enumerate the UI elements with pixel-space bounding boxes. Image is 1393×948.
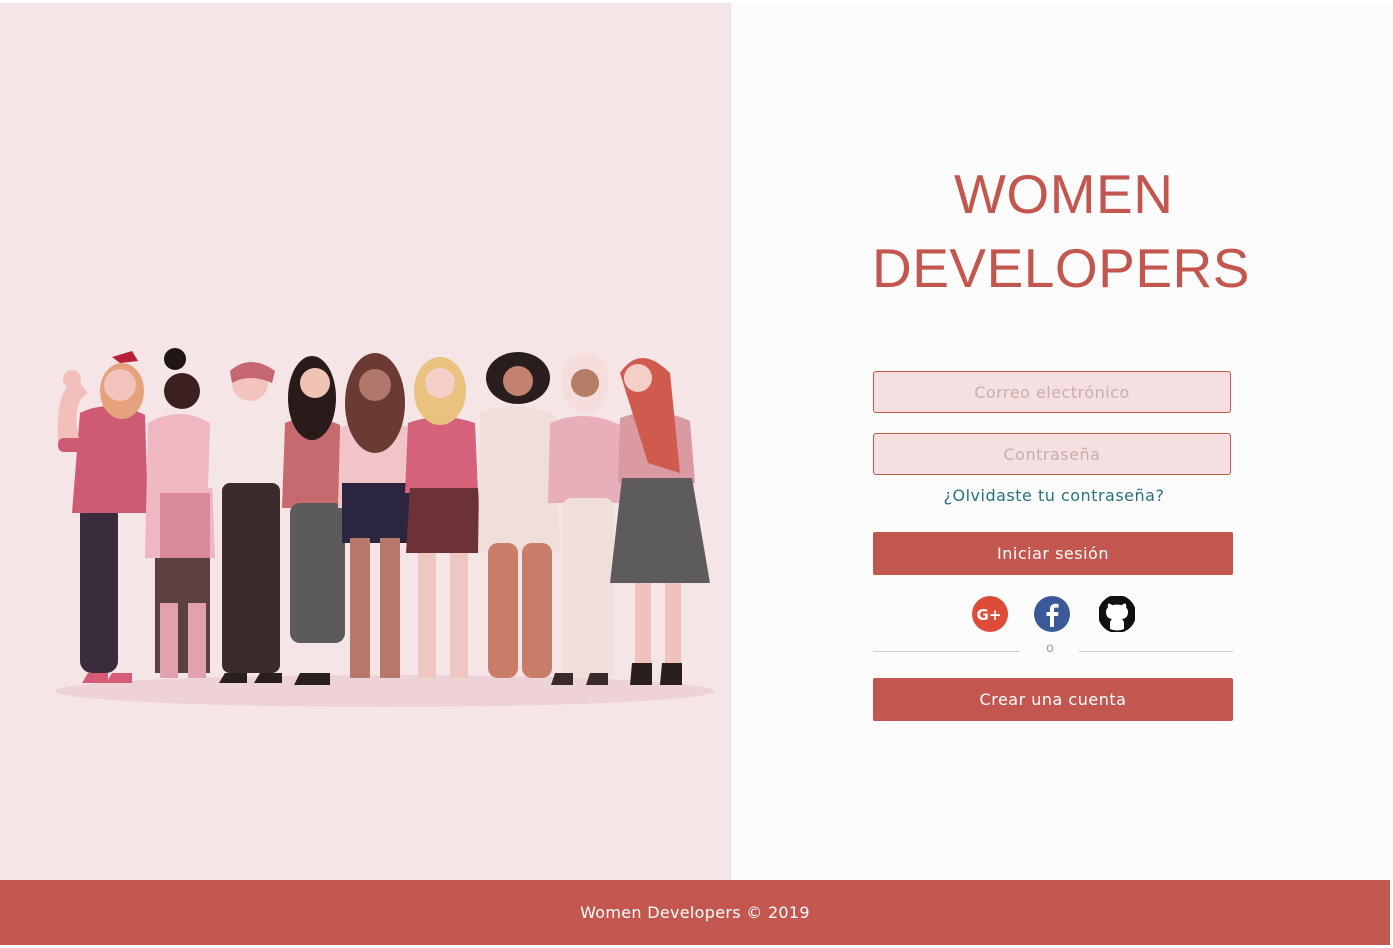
forgot-password-link[interactable]: ¿Olvidaste tu contraseña? (873, 486, 1235, 505)
divider-text: o (1046, 641, 1054, 656)
footer-copyright: Women Developers © 2019 (580, 903, 810, 922)
footer: Women Developers © 2019 (0, 880, 1390, 945)
email-input[interactable] (873, 371, 1231, 413)
svg-text:G+: G+ (977, 606, 1002, 624)
divider-line-right (1079, 651, 1233, 652)
brand-title-line-2: DEVELOPERS (872, 237, 1250, 299)
google-plus-icon[interactable]: G+ (972, 596, 1008, 632)
women-group-illustration (55, 348, 715, 707)
github-icon[interactable] (1099, 596, 1135, 632)
password-input[interactable] (873, 433, 1231, 475)
facebook-icon[interactable] (1034, 596, 1070, 632)
brand-title-line-1: WOMEN (954, 163, 1174, 225)
divider-line-left (873, 651, 1019, 652)
login-page: WOMEN DEVELOPERS ¿Olvidaste tu contraseñ… (0, 0, 1393, 948)
login-button[interactable]: Iniciar sesión (873, 532, 1233, 575)
create-account-button[interactable]: Crear una cuenta (873, 678, 1233, 721)
hero-panel (0, 3, 731, 880)
